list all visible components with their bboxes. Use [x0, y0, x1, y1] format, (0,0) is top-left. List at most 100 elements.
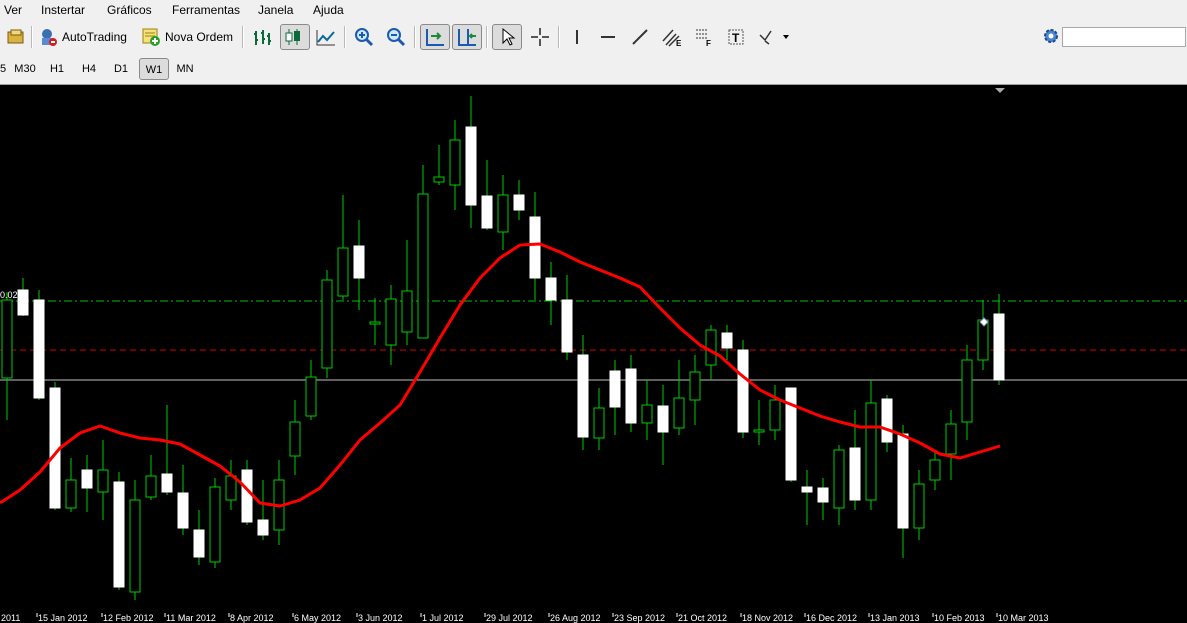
candle-bear — [897, 433, 909, 529]
candle-bull — [673, 397, 685, 429]
equidistant-channel-icon: E — [662, 29, 682, 47]
candle-bear — [353, 245, 365, 279]
cursor-button[interactable] — [492, 24, 522, 50]
svg-text:F: F — [706, 39, 711, 47]
timeframe-w1[interactable]: W1 — [139, 58, 169, 80]
date-axis-label: 8 Apr 2012 — [230, 613, 274, 623]
trendline-button[interactable] — [626, 24, 654, 50]
candle-bear — [849, 447, 861, 501]
candle-bull — [209, 486, 221, 563]
arrows-dropdown-button[interactable] — [754, 24, 794, 50]
menu-graficos[interactable]: Gráficos — [107, 3, 152, 17]
bar-chart-icon — [254, 30, 271, 45]
timeframe-m5[interactable]: 5 — [0, 58, 8, 80]
candle-bear — [577, 354, 589, 438]
candle-bear — [609, 370, 621, 408]
candle-bull — [769, 399, 781, 431]
menu-inserir[interactable]: Instertar — [41, 3, 85, 17]
zoom-in-icon — [355, 28, 374, 47]
chart-shift-icon — [458, 29, 476, 46]
candle-bear — [721, 332, 733, 349]
candle-bear — [513, 194, 525, 211]
candle-bull — [401, 290, 413, 333]
auto-scroll-icon — [426, 29, 444, 46]
timeframe-d1[interactable]: D1 — [108, 58, 134, 80]
date-axis-label: 10 Mar 2013 — [998, 613, 1049, 623]
candle-bull — [417, 193, 429, 339]
profiles-icon — [7, 29, 24, 44]
autotrading-icon — [42, 29, 57, 46]
arrows-icon — [759, 30, 789, 45]
horizontal-line-icon — [601, 36, 615, 38]
text-button[interactable]: T — [722, 24, 750, 50]
menu-bar: Ver Instertar Gráficos Ferramentas Janel… — [0, 0, 1187, 20]
candle-bull — [865, 402, 877, 501]
crosshair-icon — [531, 28, 549, 46]
candle-bull — [913, 483, 925, 529]
date-axis-label: 21 Oct 2012 — [678, 613, 727, 623]
candle-bull — [833, 449, 845, 509]
text-icon: T — [728, 29, 744, 45]
zoom-in-button[interactable] — [350, 24, 378, 50]
date-axis-label: 11 Mar 2012 — [166, 613, 216, 623]
settings-icon — [1044, 29, 1058, 43]
date-axis-label: 1 Jul 2012 — [422, 613, 464, 623]
profiles-button[interactable] — [4, 24, 28, 50]
candle-bull — [593, 407, 605, 439]
timeframe-h4[interactable]: H4 — [76, 58, 102, 80]
date-axis-label: 15 Jan 2012 — [38, 613, 88, 623]
date-axis-label: 13 Jan 2013 — [870, 613, 920, 623]
date-axis-label: 18 Nov 2012 — [742, 613, 793, 623]
candlestick-button[interactable] — [280, 24, 310, 50]
timeframe-h1[interactable]: H1 — [44, 58, 70, 80]
timeframe-m30[interactable]: M30 — [10, 58, 40, 80]
candle-bull — [369, 321, 381, 325]
candle-bull — [337, 247, 349, 297]
fibonacci-button[interactable]: F — [690, 24, 718, 50]
candle-bull — [945, 423, 957, 455]
candle-bull — [65, 479, 77, 509]
auto-scroll-button[interactable] — [420, 24, 450, 50]
svg-text:T: T — [732, 31, 740, 45]
candle-bull — [977, 319, 989, 361]
candlestick-chart: 0.02 c 2011 15 Jan 2012 12 Feb 2012 11 Mar 2… — [0, 88, 1187, 623]
candle-bear — [465, 126, 477, 206]
menu-ajuda[interactable]: Ajuda — [313, 3, 344, 17]
vertical-line-icon — [576, 30, 578, 44]
search-input[interactable] — [1062, 27, 1186, 47]
menu-ferramentas[interactable]: Ferramentas — [172, 3, 240, 17]
zoom-out-button[interactable] — [382, 24, 410, 50]
autotrading-label: AutoTrading — [62, 30, 127, 44]
bar-chart-button[interactable] — [248, 24, 276, 50]
candle-bull — [433, 176, 445, 183]
candle-bear — [193, 529, 205, 558]
line-chart-button[interactable] — [312, 24, 340, 50]
menu-ver[interactable]: Ver — [4, 3, 22, 17]
date-axis-label: 3 Jun 2012 — [358, 613, 403, 623]
candle-bear — [561, 299, 573, 353]
timeframe-mn[interactable]: MN — [172, 58, 198, 80]
settings-button[interactable] — [1040, 25, 1062, 47]
vertical-line-button[interactable] — [564, 24, 590, 50]
candle-bear — [257, 519, 269, 536]
candle-bear — [801, 486, 813, 493]
candle-bull — [929, 459, 941, 481]
candle-bull — [305, 376, 317, 417]
candle-bull — [689, 371, 701, 401]
candle-bear — [481, 195, 493, 229]
menu-janela[interactable]: Janela — [258, 3, 293, 17]
equidistant-channel-button[interactable]: E — [658, 24, 686, 50]
new-order-button[interactable]: Nova Ordem — [141, 23, 233, 51]
crosshair-button[interactable] — [526, 24, 554, 50]
candle-bull — [289, 421, 301, 457]
candle-bear — [177, 492, 189, 529]
candle-bull — [145, 475, 157, 498]
autotrading-button[interactable]: AutoTrading — [38, 23, 127, 51]
horizontal-line-button[interactable] — [594, 24, 622, 50]
candle-bull — [225, 475, 237, 501]
candle-bear — [161, 473, 173, 493]
new-order-icon — [142, 28, 160, 46]
trendline-icon — [632, 29, 648, 45]
price-chart[interactable]: 0.02 c 2011 15 Jan 2012 12 Feb 2012 11 Mar 2… — [0, 85, 1187, 623]
chart-shift-button[interactable] — [452, 24, 482, 50]
